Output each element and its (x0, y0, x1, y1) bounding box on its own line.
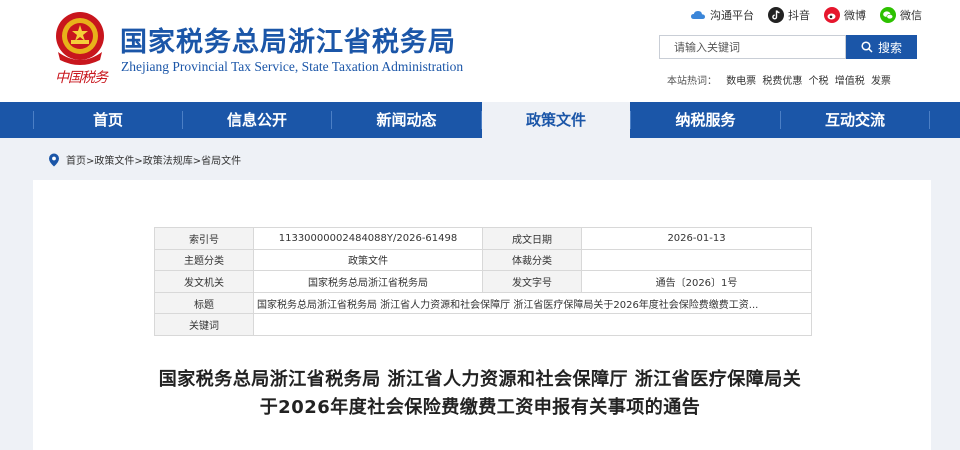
site-subtitle: Zhejiang Provincial Tax Service, State T… (121, 59, 464, 74)
social-link-wechat[interactable]: 微信 (880, 7, 922, 23)
social-link-douyin[interactable]: 抖音 (768, 7, 810, 23)
cloud-icon (691, 11, 705, 19)
hot-keyword[interactable]: 发票 (871, 76, 891, 87)
table-row: 发文机关 国家税务总局浙江省税务局 发文字号 通告〔2026〕1号 (154, 270, 812, 293)
hot-keywords: 本站热词： 数电票 税费优惠 个税 增值税 发票 (667, 72, 894, 87)
issuer-label: 发文机关 (154, 270, 254, 293)
article-title-line: 国家税务总局浙江省税务局 浙江省人力资源和社会保障厅 浙江省医疗保障局关 (158, 369, 802, 390)
nav-item-info-disclosure[interactable]: 信息公开 (183, 102, 331, 138)
keywords-label: 关键词 (154, 313, 254, 336)
wechat-icon (880, 7, 896, 23)
hot-keyword[interactable]: 数电票 (726, 76, 756, 87)
breadcrumb-item[interactable]: 首页 (66, 156, 86, 167)
index-value: 11330000002484088Y/2026-61498 (253, 227, 483, 250)
date-value: 2026-01-13 (581, 227, 812, 250)
national-emblem-logo[interactable] (50, 10, 110, 68)
hot-keyword[interactable]: 税费优惠 (762, 76, 802, 87)
breadcrumb-separator: > (134, 156, 143, 167)
table-row: 标题 国家税务总局浙江省税务局 浙江省人力资源和社会保障厅 浙江省医疗保障局关于… (154, 291, 812, 315)
weibo-icon (824, 7, 840, 23)
social-link-platform[interactable]: 沟通平台 (690, 7, 754, 23)
location-pin-icon (49, 153, 59, 166)
genre-label: 体裁分类 (482, 248, 582, 272)
topic-label: 主题分类 (154, 248, 254, 272)
document-metadata-table: 索引号 11330000002484088Y/2026-61498 成文日期 2… (154, 227, 812, 336)
search-input[interactable] (659, 35, 846, 59)
table-row: 主题分类 政策文件 体裁分类 (154, 248, 812, 272)
site-title[interactable]: 国家税务总局浙江省税务局 (120, 20, 456, 59)
search-icon (861, 41, 873, 53)
issuer-value: 国家税务总局浙江省税务局 (253, 270, 483, 293)
breadcrumb-item[interactable]: 政策法规库 (143, 156, 193, 167)
breadcrumb-item[interactable]: 政策文件 (94, 156, 134, 167)
title-label: 标题 (154, 291, 254, 315)
douyin-icon (768, 7, 784, 23)
social-label: 微博 (844, 9, 866, 22)
table-row: 关键词 (154, 313, 812, 336)
social-label: 沟通平台 (710, 9, 754, 22)
date-label: 成文日期 (482, 227, 582, 250)
article-title: 国家税务总局浙江省税务局 浙江省人力资源和社会保障厅 浙江省医疗保障局关 于20… (100, 366, 860, 422)
social-links: 沟通平台 抖音 微博 微信 (690, 7, 922, 23)
index-label: 索引号 (154, 227, 254, 250)
nav-item-interaction[interactable]: 互动交流 (781, 102, 929, 138)
table-row: 索引号 11330000002484088Y/2026-61498 成文日期 2… (154, 227, 812, 250)
nav-item-home[interactable]: 首页 (34, 102, 182, 138)
doc-number-label: 发文字号 (482, 270, 582, 293)
nav-item-policy-documents[interactable]: 政策文件 (482, 102, 630, 138)
china-tax-wordmark: 中国税务 (55, 70, 108, 86)
breadcrumb-item[interactable]: 省局文件 (201, 156, 241, 167)
article-title-line: 于2026年度社会保险费缴费工资申报有关事项的通告 (259, 397, 701, 418)
site-header: 中国税务 国家税务总局浙江省税务局 Zhejiang Provincial Ta… (0, 0, 960, 102)
social-label: 微信 (900, 9, 922, 22)
breadcrumb-separator: > (192, 156, 202, 167)
social-link-weibo[interactable]: 微博 (824, 7, 866, 23)
keywords-value (253, 313, 812, 336)
nav-item-tax-services[interactable]: 纳税服务 (631, 102, 780, 138)
search-button[interactable]: 搜索 (846, 35, 917, 59)
title-value: 国家税务总局浙江省税务局 浙江省人力资源和社会保障厅 浙江省医疗保障局关于202… (253, 291, 812, 315)
main-nav: 首页 信息公开 新闻动态 政策文件 纳税服务 互动交流 (0, 102, 960, 138)
topic-value: 政策文件 (253, 248, 483, 272)
hot-keyword[interactable]: 个税 (809, 76, 829, 87)
search-button-label: 搜索 (877, 40, 902, 55)
genre-value (581, 248, 812, 272)
hot-keyword[interactable]: 增值税 (835, 76, 865, 87)
breadcrumb: 首页>政策文件>政策法规库>省局文件 (48, 152, 241, 167)
nav-divider (929, 111, 930, 129)
doc-number-value: 通告〔2026〕1号 (581, 270, 812, 293)
hot-keywords-label: 本站热词： (667, 76, 717, 87)
social-label: 抖音 (788, 9, 810, 22)
nav-item-news[interactable]: 新闻动态 (332, 102, 481, 138)
